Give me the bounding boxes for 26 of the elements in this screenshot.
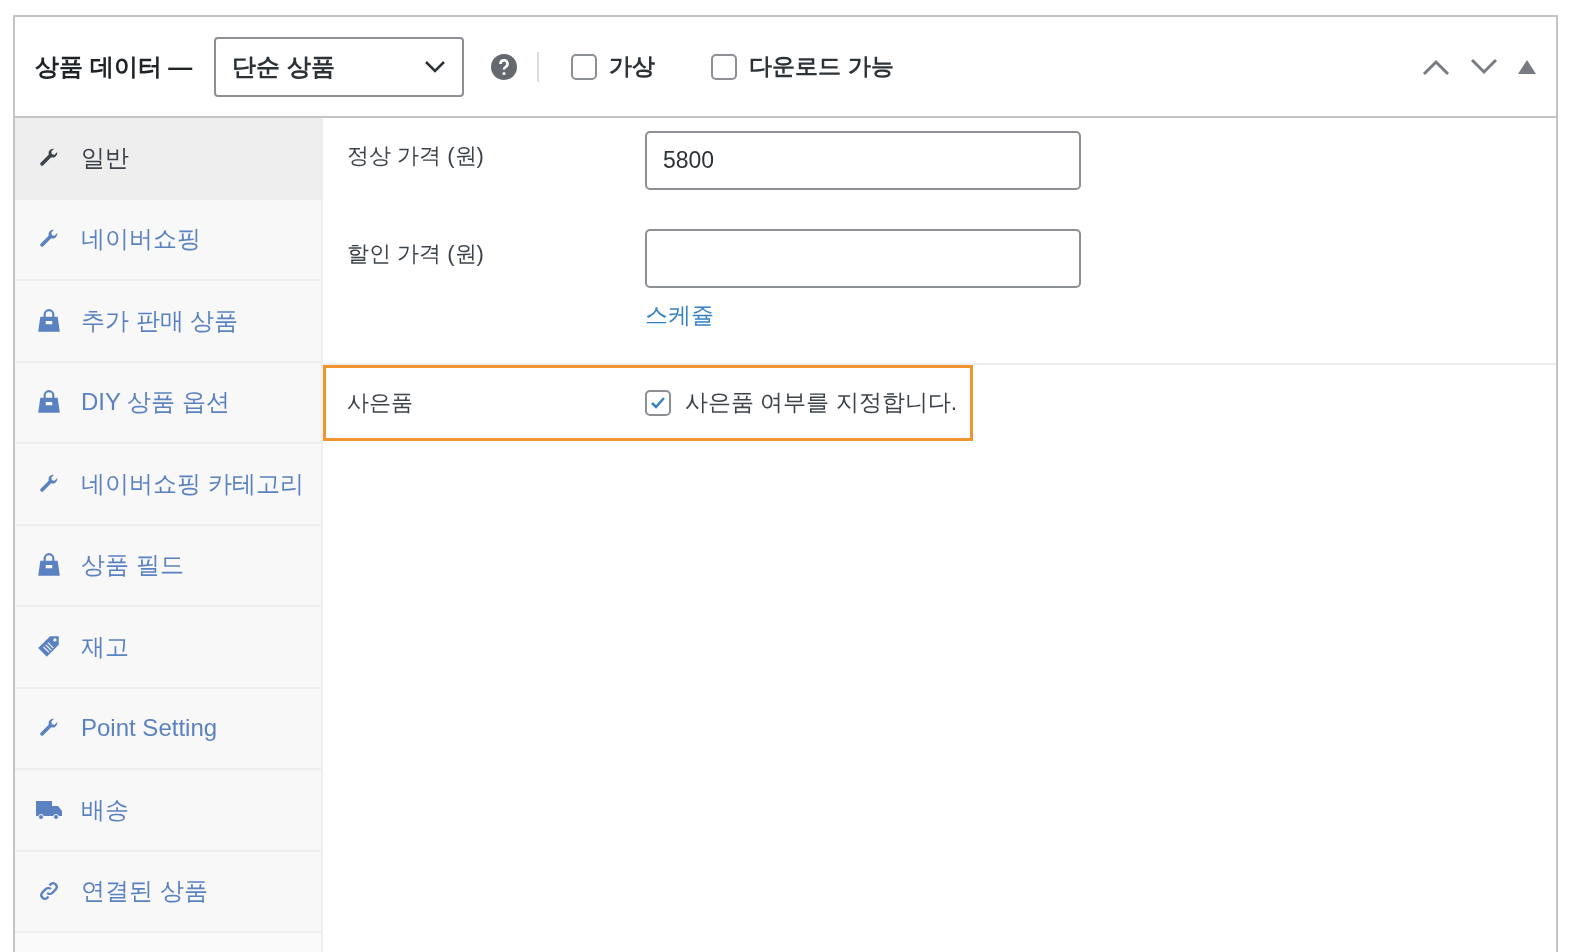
field-label: 사은품 (347, 389, 414, 417)
help-icon[interactable] (491, 53, 518, 80)
shopping-bag-icon (36, 307, 62, 334)
schedule-link[interactable]: 스케쥴 (645, 302, 714, 328)
wrench-icon (38, 146, 60, 169)
shopping-bag-icon (36, 389, 62, 416)
chevron-down-icon[interactable] (1470, 57, 1498, 76)
price-input[interactable] (645, 229, 1081, 288)
wrench-icon (38, 472, 60, 495)
field-label: 정상 가격 (원) (347, 142, 485, 170)
checkbox-label: 다운로드 가능 (749, 52, 894, 82)
product-type-select[interactable]: 단순 상품 (214, 36, 465, 97)
field-label: 할인 가격 (원) (347, 240, 485, 268)
sidebar-tab[interactable]: 일반 (15, 118, 321, 200)
checkbox-label: 가상 (609, 52, 656, 82)
checkbox[interactable] (571, 53, 598, 80)
chevron-up-icon[interactable] (1422, 57, 1450, 76)
checkbox[interactable] (711, 53, 738, 80)
price-input[interactable]: 5800 (645, 131, 1081, 190)
link-icon (38, 880, 60, 903)
checkbox-label: 사은품 여부를 지정합니다. (685, 388, 958, 418)
shopping-bag-icon (36, 552, 62, 579)
panel-title: 상품 데이터 — (35, 51, 193, 82)
collapse-triangle-icon[interactable] (1518, 59, 1536, 74)
gift-checkbox[interactable] (645, 389, 671, 416)
chevron-down-icon (424, 59, 447, 74)
